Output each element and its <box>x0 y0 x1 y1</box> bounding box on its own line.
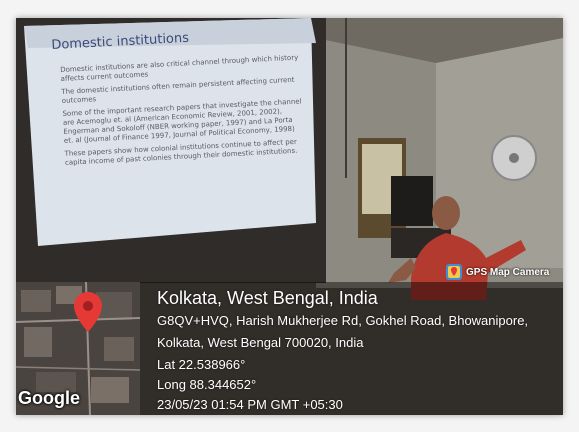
latitude: Lat 22.538966° <box>157 357 246 372</box>
location-info-panel: Kolkata, West Bengal, India G8QV+HVQ, Ha… <box>140 282 563 415</box>
map-pin-icon <box>74 292 102 332</box>
address-line-1: G8QV+HVQ, Harish Mukherjee Rd, Gokhel Ro… <box>157 313 529 328</box>
address-line-2: Kolkata, West Bengal 700020, India <box>157 335 364 350</box>
gps-camera-icon <box>446 264 462 280</box>
gps-map-camera-badge: GPS Map Camera <box>446 262 549 282</box>
map-thumbnail: Google <box>16 282 140 415</box>
photo-frame: Domestic institutions Domestic instituti… <box>0 0 579 432</box>
longitude: Long 88.344652° <box>157 377 257 392</box>
google-logo: Google <box>18 388 80 408</box>
badge-label: GPS Map Camera <box>466 266 550 278</box>
slide-bullets: Domestic institutions are also critical … <box>60 53 305 171</box>
timestamp: 23/05/23 01:54 PM GMT +05:30 <box>157 397 343 412</box>
location-title: Kolkata, West Bengal, India <box>157 288 378 308</box>
